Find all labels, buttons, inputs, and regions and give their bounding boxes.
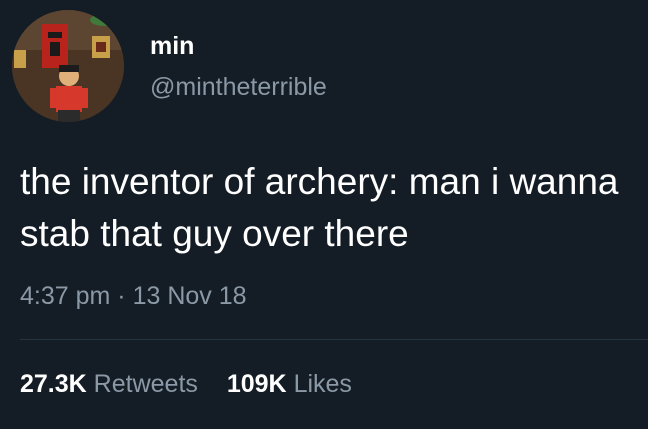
avatar[interactable] (12, 10, 124, 122)
likes-label: Likes (293, 370, 352, 398)
tweet-card: min @mintheterrible the inventor of arch… (0, 0, 648, 429)
likes-stat[interactable]: 109K Likes (227, 368, 352, 400)
author-name[interactable]: min (150, 32, 194, 60)
tweet-stats: 27.3K Retweets 109K Likes (20, 368, 352, 400)
tweet-timestamp[interactable]: 4:37 pm · 13 Nov 18 (20, 281, 247, 311)
retweets-count: 27.3K (20, 370, 87, 398)
divider (20, 339, 648, 340)
tweet-text: the inventor of archery: man i wanna sta… (20, 161, 619, 254)
author-handle[interactable]: @mintheterrible (150, 72, 327, 102)
retweets-stat[interactable]: 27.3K Retweets (20, 368, 198, 400)
tweet-date: 13 Nov 18 (132, 282, 247, 310)
retweets-label: Retweets (93, 370, 198, 398)
timestamp-separator: · (117, 282, 126, 310)
tweet-time: 4:37 pm (20, 282, 111, 310)
likes-count: 109K (226, 370, 287, 398)
